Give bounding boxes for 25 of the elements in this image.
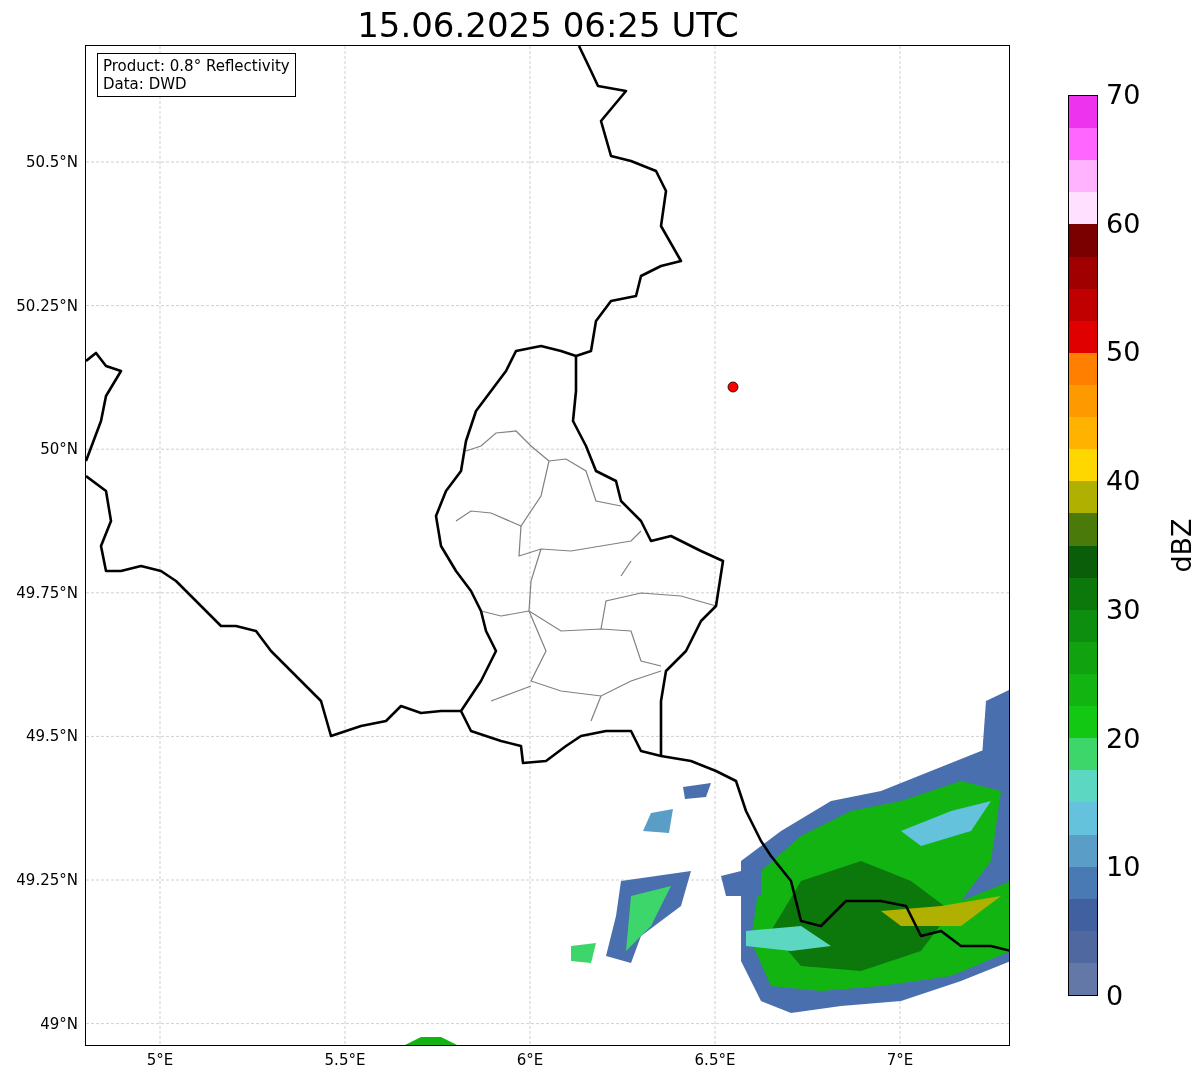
marker-dot bbox=[727, 381, 739, 393]
longitude-label: 5.5°E bbox=[324, 1051, 366, 1069]
legend-text: Product: 0.8° Reflectivity bbox=[103, 57, 290, 75]
latitude-label: 50.5°N bbox=[25, 153, 78, 171]
scale-label: 50 bbox=[1106, 337, 1141, 368]
scale-label: 0 bbox=[1106, 981, 1124, 1011]
scale-label: 70 bbox=[1106, 80, 1141, 110]
longitude-label: 6.5°E bbox=[694, 1051, 736, 1069]
scale-label: 10 bbox=[1106, 852, 1141, 883]
scale-label: 40 bbox=[1106, 466, 1141, 497]
scale-label: 30 bbox=[1106, 594, 1141, 625]
latitude-label: 49°N bbox=[40, 1014, 78, 1033]
latitude-label: 50.25°N bbox=[16, 296, 78, 315]
latitude-label: 50°N bbox=[40, 440, 78, 459]
scale-label: 20 bbox=[1106, 723, 1141, 754]
scale-label: 60 bbox=[1106, 208, 1141, 239]
latitude-label: 49.25°N bbox=[16, 871, 78, 889]
latitude-label: 49.75°N bbox=[16, 583, 78, 602]
longitude-label: 7°E bbox=[886, 1051, 914, 1069]
chart-title: 15.06.2025 06:25 UTC bbox=[357, 5, 739, 45]
longitude-label: 6°E bbox=[516, 1051, 544, 1069]
unit-label: dBZ bbox=[1165, 518, 1197, 573]
longitude-label: 5°E bbox=[146, 1051, 174, 1069]
latitude-label: 49.5°N bbox=[25, 727, 78, 746]
legend-text: Data: DWD bbox=[103, 75, 188, 93]
